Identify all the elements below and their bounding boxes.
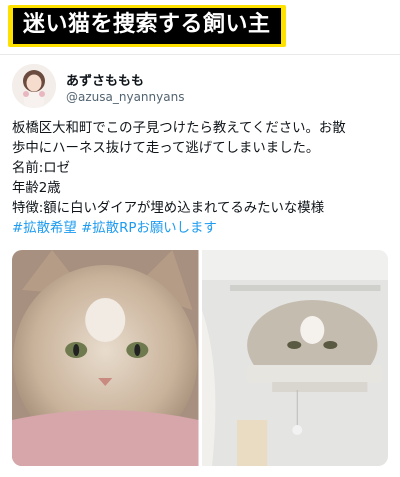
- tweet-line: 名前:ロゼ: [12, 161, 71, 176]
- tweet-line: 歩中にハーネス抜けて走って逃げてしまいました。: [12, 141, 320, 156]
- hashtag-link[interactable]: #拡散希望: [12, 221, 77, 236]
- divider: [0, 54, 400, 55]
- tweet-line: 板橋区大和町でこの子見つけたら教えてください。お散: [12, 121, 346, 136]
- display-name[interactable]: あずさももも: [66, 70, 144, 89]
- tweet-line: 年齢2歳: [12, 181, 61, 196]
- hashtag-link[interactable]: #拡散RPお願いします: [81, 221, 217, 236]
- user-handle[interactable]: @azusa_nyannyans: [66, 90, 184, 104]
- tweet-text: 板橋区大和町でこの子見つけたら教えてください。お散 歩中にハーネス抜けて走って逃…: [12, 119, 394, 239]
- banner: 迷い猫を捜索する飼い主: [8, 5, 286, 47]
- photo-grid: [12, 250, 388, 466]
- cat-photo-left[interactable]: [12, 250, 199, 466]
- banner-highlight: 迷い猫を捜索する飼い主: [8, 5, 286, 47]
- tweet-line: 特徴:額に白いダイアが埋め込まれてるみたいな模様: [12, 201, 325, 216]
- cat-photo-1: [12, 250, 199, 466]
- banner-title: 迷い猫を捜索する飼い主: [13, 8, 281, 44]
- avatar-image: [12, 64, 56, 108]
- cat-photo-2: [201, 250, 388, 466]
- cat-photo-right[interactable]: [201, 250, 388, 466]
- avatar[interactable]: [12, 64, 56, 108]
